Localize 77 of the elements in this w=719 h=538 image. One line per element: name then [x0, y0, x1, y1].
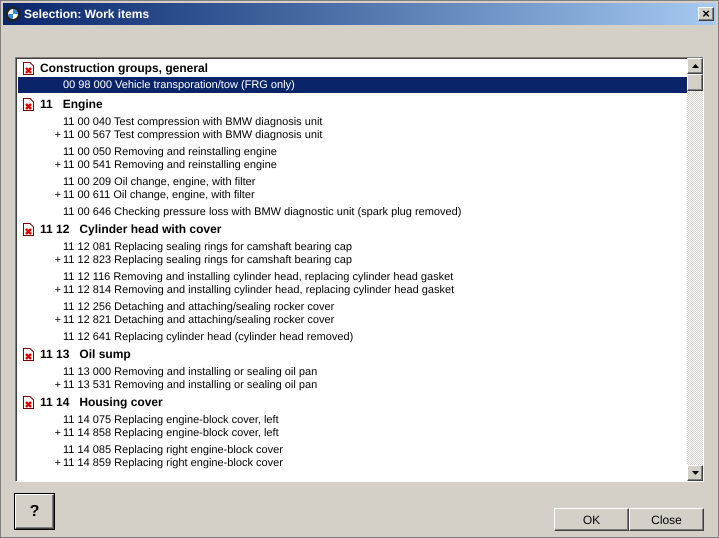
ok-button[interactable]: OK	[554, 508, 629, 531]
work-item-text: 11 12 081 Replacing sealing rings for camshaft bearing cap	[63, 240, 352, 255]
work-item-row[interactable]: 11 00 040 Test compression with BMW diagnosis unit	[18, 116, 687, 129]
help-button[interactable]: ?	[15, 494, 54, 529]
group-title: Engine	[62, 96, 103, 113]
document-icon	[23, 348, 34, 360]
logo-icon	[5, 6, 21, 22]
group-title: Housing cover	[79, 394, 163, 411]
work-item-text: 11 00 541 Removing and reinstalling engine	[63, 158, 277, 174]
work-item-row[interactable]: + 11 12 823 Replacing sealing rings for camshaft bearing cap	[18, 254, 687, 267]
document-icon	[23, 396, 34, 408]
work-item-text: 11 12 821 Detaching and attaching/sealing rocker cover	[63, 313, 334, 328]
up-arrow-icon	[692, 64, 698, 68]
close-button[interactable]: ×	[698, 7, 714, 21]
work-item-row[interactable]: + 11 00 611 Oil change, engine, with filter	[18, 189, 687, 202]
work-item-text: 11 13 000 Removing and installing or sealing oil pan	[63, 365, 318, 380]
work-item-text: 11 00 646 Checking pressure loss with BMW diagnostic unit (spark plug removed)	[63, 205, 462, 220]
work-item-row[interactable]: 11 14 085 Replacing right engine-block cover	[18, 444, 687, 457]
work-item-text: 11 00 050 Removing and reinstalling engine	[63, 145, 277, 160]
scroll-up-button[interactable]	[687, 58, 703, 74]
work-item-text: 11 12 256 Detaching and attaching/sealing rocker cover	[63, 300, 334, 315]
work-item-row[interactable]: 11 12 081 Replacing sealing rings for camshaft bearing cap	[18, 241, 687, 254]
plus-marker: +	[54, 313, 61, 328]
work-item-text: 11 14 858 Replacing engine-block cover, left	[63, 426, 279, 442]
scrollbar[interactable]	[687, 58, 703, 481]
work-item-row[interactable]: 00 98 000 Vehicle transporation/tow (FRG only)	[18, 77, 687, 93]
group-code: 11 12	[40, 221, 70, 238]
work-item-text: 11 14 085 Replacing right engine-block cover	[63, 443, 283, 458]
plus-marker: +	[54, 426, 61, 442]
group-code: 11	[40, 96, 53, 113]
work-item-row[interactable]: + 11 12 814 Removing and installing cylinder head, replacing cylinder head gasket	[18, 284, 687, 297]
plus-marker: +	[54, 253, 61, 268]
group-code: 11 13	[40, 346, 70, 363]
work-item-row[interactable]: + 11 13 531 Removing and installing or sealing oil pan	[18, 379, 687, 392]
close-dialog-button[interactable]: Close	[629, 508, 704, 531]
work-item-text: 00 98 000 Vehicle transporation/tow (FRG only)	[63, 78, 295, 93]
work-item-row[interactable]: + 11 00 541 Removing and reinstalling engine	[18, 159, 687, 172]
work-item-text: 11 00 040 Test compression with BMW diagnosis unit	[63, 115, 322, 130]
plus-marker: +	[54, 158, 61, 174]
window-title: Selection: Work items	[24, 6, 150, 23]
work-item-row[interactable]: + 11 12 821 Detaching and attaching/sealing rocker cover	[18, 314, 687, 327]
plus-marker: +	[54, 456, 61, 472]
work-item-row[interactable]: 11 12 256 Detaching and attaching/sealing rocker cover	[18, 301, 687, 314]
scroll-thumb[interactable]	[687, 74, 703, 91]
work-item-text: 11 14 075 Replacing engine-block cover, left	[63, 413, 279, 428]
plus-marker: +	[54, 378, 61, 394]
work-item-row[interactable]: 11 12 116 Removing and installing cylinder head, replacing cylinder head gasket	[18, 271, 687, 284]
work-item-text: 11 12 641 Replacing cylinder head (cylinder head removed)	[63, 330, 354, 346]
down-arrow-icon	[692, 471, 698, 475]
plus-marker: +	[54, 283, 61, 298]
work-item-text: 11 14 859 Replacing right engine-block cover	[63, 456, 283, 472]
work-item-text: 11 00 567 Test compression with BMW diagnosis unit	[63, 128, 322, 144]
work-item-row[interactable]: 11 13 000 Removing and installing or sealing oil pan	[18, 366, 687, 379]
scroll-down-button[interactable]	[687, 465, 703, 481]
document-icon	[23, 98, 34, 110]
group-code: 11 14	[40, 394, 70, 411]
work-item-row[interactable]: 11 00 050 Removing and reinstalling engine	[18, 146, 687, 159]
document-icon	[23, 62, 34, 74]
group-title: Cylinder head with cover	[79, 221, 222, 238]
plus-marker: +	[54, 188, 61, 204]
work-item-text: 11 12 823 Replacing sealing rings for camshaft bearing cap	[63, 253, 352, 268]
work-item-row[interactable]: + 11 00 567 Test compression with BMW diagnosis unit	[18, 129, 687, 142]
work-item-text: 11 13 531 Removing and installing or sealing oil pan	[63, 378, 318, 394]
work-item-text: 11 00 611 Oil change, engine, with filter	[63, 188, 255, 204]
work-item-text: 11 00 209 Oil change, engine, with filter	[63, 175, 256, 190]
work-item-row[interactable]: 11 14 075 Replacing engine-block cover, left	[18, 414, 687, 427]
work-item-row[interactable]: + 11 14 859 Replacing right engine-block cover	[18, 457, 687, 470]
work-item-row[interactable]: 11 00 646 Checking pressure loss with BMW diagnostic unit (spark plug removed)	[18, 206, 687, 219]
work-item-row[interactable]: 11 00 209 Oil change, engine, with filter	[18, 176, 687, 189]
plus-marker: +	[54, 128, 61, 144]
document-icon	[23, 222, 34, 236]
group-title: Oil sump	[79, 346, 131, 363]
work-item-text: 11 12 814 Removing and installing cylinder head, replacing cylinder head gasket	[63, 283, 454, 298]
work-item-row[interactable]: + 11 14 858 Replacing engine-block cover, left	[18, 427, 687, 440]
group-title: Construction groups, general	[40, 60, 208, 77]
work-item-text: 11 12 116 Removing and installing cylinder head, replacing cylinder head gasket	[63, 270, 454, 285]
work-item-row[interactable]: 11 12 641 Replacing cylinder head (cylinder head removed)	[18, 331, 687, 344]
